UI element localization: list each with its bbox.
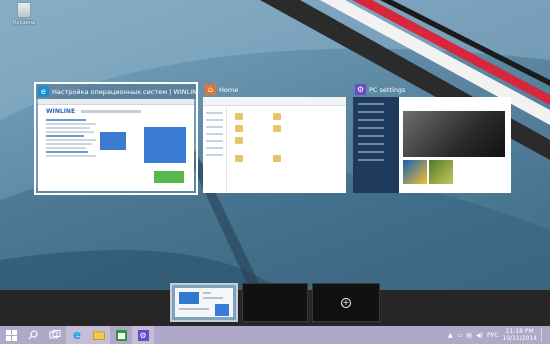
home-folder-icon: ⌂ — [205, 84, 216, 95]
desktop-preview — [175, 288, 233, 317]
recycle-bin-icon — [17, 2, 31, 18]
settings-preview — [353, 97, 511, 193]
task-view-button[interactable] — [44, 326, 66, 344]
recycle-bin[interactable]: Корзина — [2, 2, 46, 26]
gear-icon: ⚙ — [137, 329, 149, 341]
content-line — [46, 135, 84, 137]
settings-taskbar-button[interactable]: ⚙ — [132, 326, 154, 344]
desktop-thumbnail-2[interactable] — [242, 283, 308, 322]
window-thumbnail-settings[interactable]: ⚙ PC settings — [353, 82, 511, 193]
search-icon — [28, 330, 38, 340]
gear-icon: ⚙ — [355, 84, 366, 95]
content-line — [46, 147, 86, 149]
folder-icon — [273, 113, 281, 120]
add-desktop-button[interactable]: + — [312, 283, 380, 322]
ie-taskbar-button[interactable]: e — [66, 326, 88, 344]
clock-date: 10/11/2014 — [502, 335, 537, 342]
windows-icon — [5, 329, 17, 341]
search-button[interactable] — [22, 326, 44, 344]
window-title-bar: e Настройка операционных систем | WINLIN… — [36, 84, 196, 99]
show-desktop-button[interactable] — [541, 328, 544, 342]
picture-tile — [429, 160, 453, 184]
store-icon — [115, 329, 127, 341]
window-title-bar: ⌂ Home — [203, 82, 346, 97]
folder-icon — [93, 330, 105, 340]
window-thumbnail-explorer[interactable]: ⌂ Home — [203, 82, 346, 193]
start-button[interactable] — [0, 326, 22, 344]
site-nav — [81, 109, 142, 113]
content-line — [46, 127, 90, 129]
folder-icon — [235, 137, 243, 144]
clock-time: 11:18 PM — [505, 328, 534, 335]
window-title: Home — [219, 85, 239, 94]
content-line — [46, 143, 92, 145]
lock-screen-preview — [403, 111, 505, 157]
settings-main — [399, 97, 511, 193]
folder-icon — [273, 125, 281, 132]
content-line — [46, 139, 96, 141]
system-tray: ▲ ▭ ▤ ◀) РУС 11:18 PM 10/11/2014 — [448, 326, 550, 344]
window-thumbnail-browser[interactable]: e Настройка операционных систем | WINLIN… — [34, 82, 198, 195]
ie-icon: e — [72, 328, 82, 342]
volume-icon[interactable]: ◀) — [476, 332, 483, 339]
window-title: Настройка операционных систем | WINLINE.… — [52, 87, 196, 96]
content-line — [46, 155, 96, 157]
article-image — [100, 132, 126, 150]
browser-preview: WINLINE — [38, 99, 194, 191]
explorer-nav-pane — [203, 107, 227, 193]
task-view-icon — [49, 330, 61, 339]
content-line — [46, 131, 94, 133]
content-line — [46, 123, 96, 125]
folder-icon — [235, 155, 243, 162]
explorer-ribbon — [203, 97, 346, 106]
network-icon[interactable]: ▤ — [466, 332, 472, 339]
recycle-bin-label: Корзина — [12, 20, 36, 26]
desktop-thumbnail-1[interactable] — [170, 283, 238, 322]
window-title: PC settings — [369, 85, 406, 94]
ie-icon: e — [38, 86, 49, 97]
explorer-taskbar-button[interactable] — [88, 326, 110, 344]
site-logo: WINLINE — [46, 107, 76, 115]
show-hidden-icons[interactable]: ▲ — [448, 332, 453, 339]
store-taskbar-button[interactable] — [110, 326, 132, 344]
action-center-icon[interactable]: ▭ — [457, 332, 463, 339]
picture-tile — [403, 160, 427, 184]
clock[interactable]: 11:18 PM 10/11/2014 — [502, 328, 537, 342]
content-line — [46, 119, 86, 121]
folder-icon — [273, 155, 281, 162]
sidebar-banner — [144, 127, 186, 163]
window-title-bar: ⚙ PC settings — [353, 82, 511, 97]
explorer-preview — [203, 97, 346, 193]
green-banner — [154, 171, 184, 183]
content-line — [46, 151, 88, 153]
folder-icon — [235, 113, 243, 120]
taskbar: e ⚙ ▲ ▭ ▤ ◀) РУС 11:18 PM 10/11/2014 — [0, 326, 550, 344]
folder-icon — [235, 125, 243, 132]
language-indicator[interactable]: РУС — [487, 332, 498, 339]
plus-icon: + — [341, 297, 351, 308]
settings-nav — [353, 97, 399, 193]
